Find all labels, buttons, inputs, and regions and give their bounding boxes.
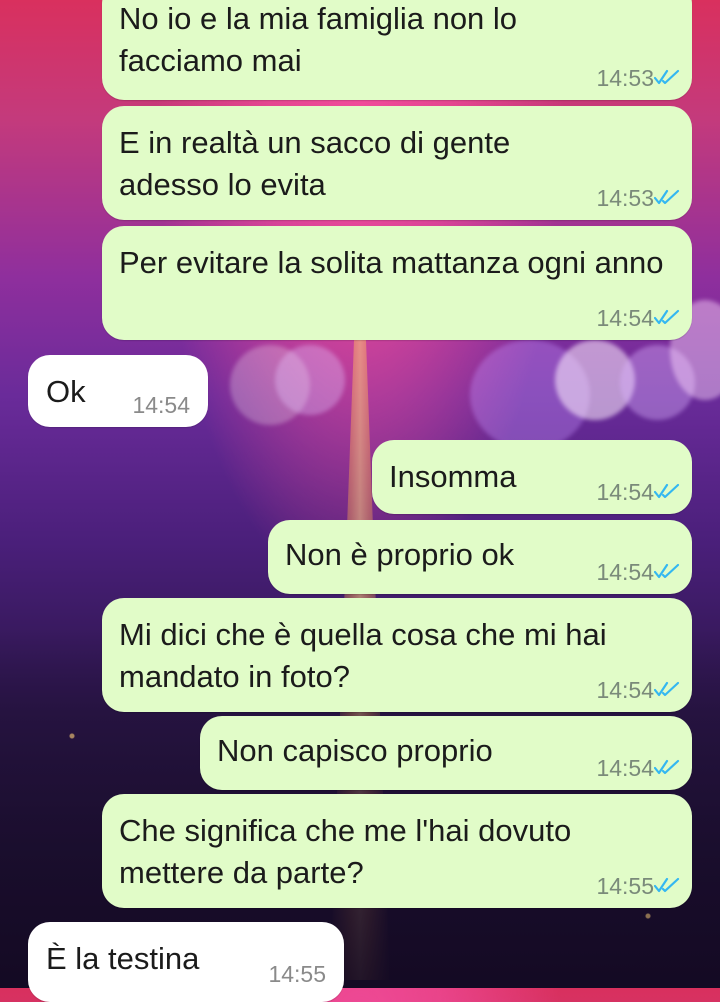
message-text: Non capisco proprio (217, 733, 493, 768)
message-time: 14:54 (596, 559, 654, 585)
outgoing-message[interactable]: Insomma 14:54 (372, 440, 692, 514)
message-time: 14:54 (596, 305, 654, 331)
message-time: 14:55 (268, 961, 326, 987)
message-time: 14:54 (596, 677, 654, 703)
message-text: Mi dici che è quella cosa che mi hai man… (119, 617, 607, 694)
double-check-icon (654, 189, 680, 205)
outgoing-message[interactable]: Non è proprio ok 14:54 (268, 520, 692, 594)
message-time: 14:54 (132, 392, 190, 418)
message-text: E in realtà un sacco di gente adesso lo … (119, 125, 511, 202)
message-time: 14:53 (596, 65, 654, 91)
double-check-icon (654, 877, 680, 893)
incoming-message[interactable]: Ok 14:54 (28, 355, 208, 427)
double-check-icon (654, 681, 680, 697)
message-text: Ok (46, 374, 86, 409)
outgoing-message[interactable]: Per evitare la solita mattanza ogni anno… (102, 226, 692, 340)
outgoing-message[interactable]: Non capisco proprio 14:54 (200, 716, 692, 790)
message-time: 14:55 (596, 873, 654, 899)
outgoing-message[interactable]: Che significa che me l'hai dovuto metter… (102, 794, 692, 908)
message-list[interactable]: No io e la mia famiglia non lo facciamo … (0, 0, 720, 1002)
message-time: 14:53 (596, 185, 654, 211)
double-check-icon (654, 759, 680, 775)
double-check-icon (654, 69, 680, 85)
incoming-message[interactable]: È la testina 14:55 (28, 922, 344, 1002)
double-check-icon (654, 309, 680, 325)
message-text: È la testina (46, 941, 200, 976)
double-check-icon (654, 563, 680, 579)
message-text: Insomma (389, 459, 517, 494)
outgoing-message[interactable]: No io e la mia famiglia non lo facciamo … (102, 0, 692, 100)
message-text: Non è proprio ok (285, 537, 515, 572)
message-text: Per evitare la solita mattanza ogni anno (119, 245, 664, 280)
message-text: No io e la mia famiglia non lo facciamo … (119, 1, 518, 78)
message-text: Che significa che me l'hai dovuto metter… (119, 813, 572, 890)
outgoing-message[interactable]: Mi dici che è quella cosa che mi hai man… (102, 598, 692, 712)
message-time: 14:54 (596, 479, 654, 505)
outgoing-message[interactable]: E in realtà un sacco di gente adesso lo … (102, 106, 692, 220)
double-check-icon (654, 483, 680, 499)
message-time: 14:54 (596, 755, 654, 781)
